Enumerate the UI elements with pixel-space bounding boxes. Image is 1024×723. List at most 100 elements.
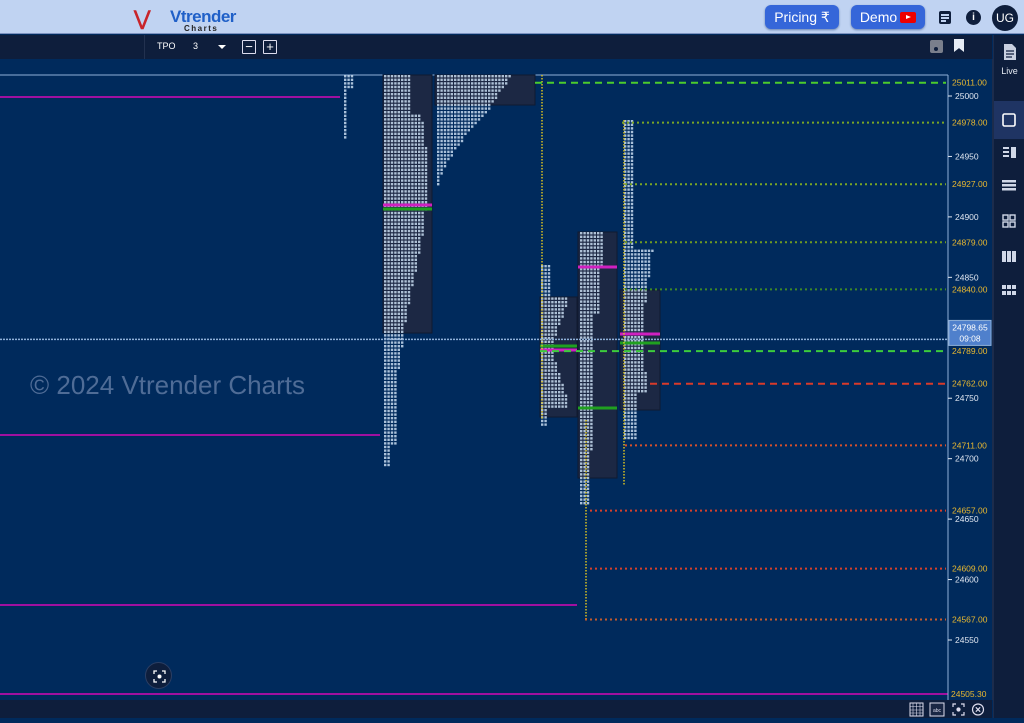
recenter-button[interactable]	[145, 662, 172, 689]
tpo-letter	[404, 107, 407, 110]
tpo-letter	[411, 222, 414, 225]
tpo-letter	[387, 456, 390, 459]
tpo-letter	[637, 253, 640, 256]
pricing-button[interactable]: Pricing ₹	[765, 5, 839, 29]
chevron-down-icon[interactable]	[218, 45, 226, 49]
fullscreen-icon[interactable]	[952, 703, 965, 716]
tpo-letter	[627, 145, 630, 148]
tpo-letter	[404, 219, 407, 222]
tpo-letter	[390, 215, 394, 218]
tpo-letter	[394, 273, 397, 276]
grid-icon[interactable]	[909, 702, 924, 717]
sidebar-item-stacked-view[interactable]	[994, 170, 1024, 200]
tpo-letter	[471, 78, 474, 81]
tpo-letter	[590, 379, 593, 382]
tpo-letter	[443, 107, 447, 110]
tpo-letter	[590, 260, 593, 264]
tpo-letter	[407, 193, 411, 197]
tpo-letter	[464, 89, 467, 92]
tpo-letter	[481, 89, 484, 92]
tpo-letter	[547, 383, 551, 387]
sidebar-item-multi-grid[interactable]	[994, 275, 1024, 305]
sidebar-item-grid-view[interactable]	[994, 206, 1024, 236]
tpo-letter	[630, 350, 634, 353]
tpo-letter	[390, 96, 394, 99]
sidebar-item-columns-view[interactable]	[994, 241, 1024, 271]
tpo-size-select[interactable]: 3	[193, 41, 198, 51]
tpo-letter	[411, 233, 414, 236]
tpo-letter	[397, 244, 400, 247]
tpo-letter	[583, 415, 586, 418]
tpo-letter	[447, 114, 450, 117]
tpo-letter	[437, 100, 440, 103]
tpo-letter	[644, 282, 647, 285]
tpo-letter	[558, 398, 561, 401]
tpo-letter	[547, 401, 551, 405]
tpo-letter	[390, 345, 394, 348]
tpo-letter	[593, 239, 596, 242]
tpo-letter	[384, 283, 387, 287]
demo-button[interactable]: Demo	[851, 5, 925, 29]
tpo-letter	[457, 75, 460, 78]
tpo-letter	[460, 136, 464, 139]
tpo-letter	[583, 260, 586, 264]
tpo-letter	[627, 346, 630, 350]
tpo-letter	[474, 82, 477, 85]
tpo-letter	[630, 174, 634, 177]
tpo-letter	[447, 129, 450, 132]
tpo-letter	[424, 193, 428, 197]
tpo-letter	[387, 355, 390, 359]
tpo-letter	[350, 85, 354, 89]
close-icon[interactable]	[971, 703, 985, 716]
tpo-letter	[387, 190, 390, 193]
tpo-letter	[547, 308, 551, 311]
tpo-letter	[401, 150, 404, 153]
tpo-letter	[384, 269, 387, 272]
tpo-letter	[580, 440, 583, 444]
tpo-letter	[401, 89, 404, 92]
tpo-letter	[551, 308, 554, 311]
tpo-letter	[384, 107, 387, 110]
tpo-letter	[394, 85, 397, 89]
zoom-out-button[interactable]: −	[242, 40, 256, 54]
tpo-letter	[414, 121, 417, 125]
tpo-letter	[394, 384, 397, 387]
tpo-letter	[411, 280, 414, 283]
tpo-letter	[583, 332, 586, 336]
tpo-letter	[447, 93, 450, 96]
sidebar-item-single-chart[interactable]	[994, 101, 1024, 139]
notes-icon[interactable]	[939, 11, 951, 24]
abc-icon[interactable]: abc	[929, 702, 945, 717]
tpo-letter	[583, 318, 586, 321]
sidebar-item-split-view[interactable]	[994, 138, 1024, 168]
tpo-letter	[397, 287, 400, 290]
tpo-letter	[384, 211, 387, 215]
tpo-letter	[384, 121, 387, 125]
tpo-letter	[407, 100, 411, 103]
tpo-letter	[397, 366, 400, 369]
tpo-letter	[593, 307, 596, 310]
tpo-letter	[404, 168, 407, 171]
info-icon[interactable]: i	[966, 10, 981, 25]
avatar[interactable]: UG	[992, 5, 1018, 31]
tpo-letter	[544, 333, 547, 336]
tpo-letter	[554, 373, 557, 376]
tpo-letter	[644, 372, 647, 375]
live-label: Live	[1001, 66, 1018, 76]
vtrender-logo[interactable]: ⋁ Vtrender Charts	[132, 4, 236, 33]
tpo-letter	[580, 250, 583, 253]
sidebar-item-live[interactable]	[994, 39, 1024, 69]
tpo-letter	[637, 278, 640, 281]
tpo-letter	[390, 287, 394, 290]
bookmark-add-icon[interactable]	[954, 39, 964, 52]
tpo-letter	[401, 114, 404, 117]
tpo-letter	[387, 229, 390, 233]
tpo-letter	[387, 226, 390, 229]
tpo-letter	[630, 235, 634, 238]
tpo-letter	[627, 328, 630, 332]
tpo-letter	[390, 255, 394, 258]
save-icon[interactable]	[930, 40, 943, 53]
zoom-in-button[interactable]: +	[263, 40, 277, 54]
tpo-letter	[630, 145, 634, 148]
tpo-letter	[384, 175, 387, 179]
